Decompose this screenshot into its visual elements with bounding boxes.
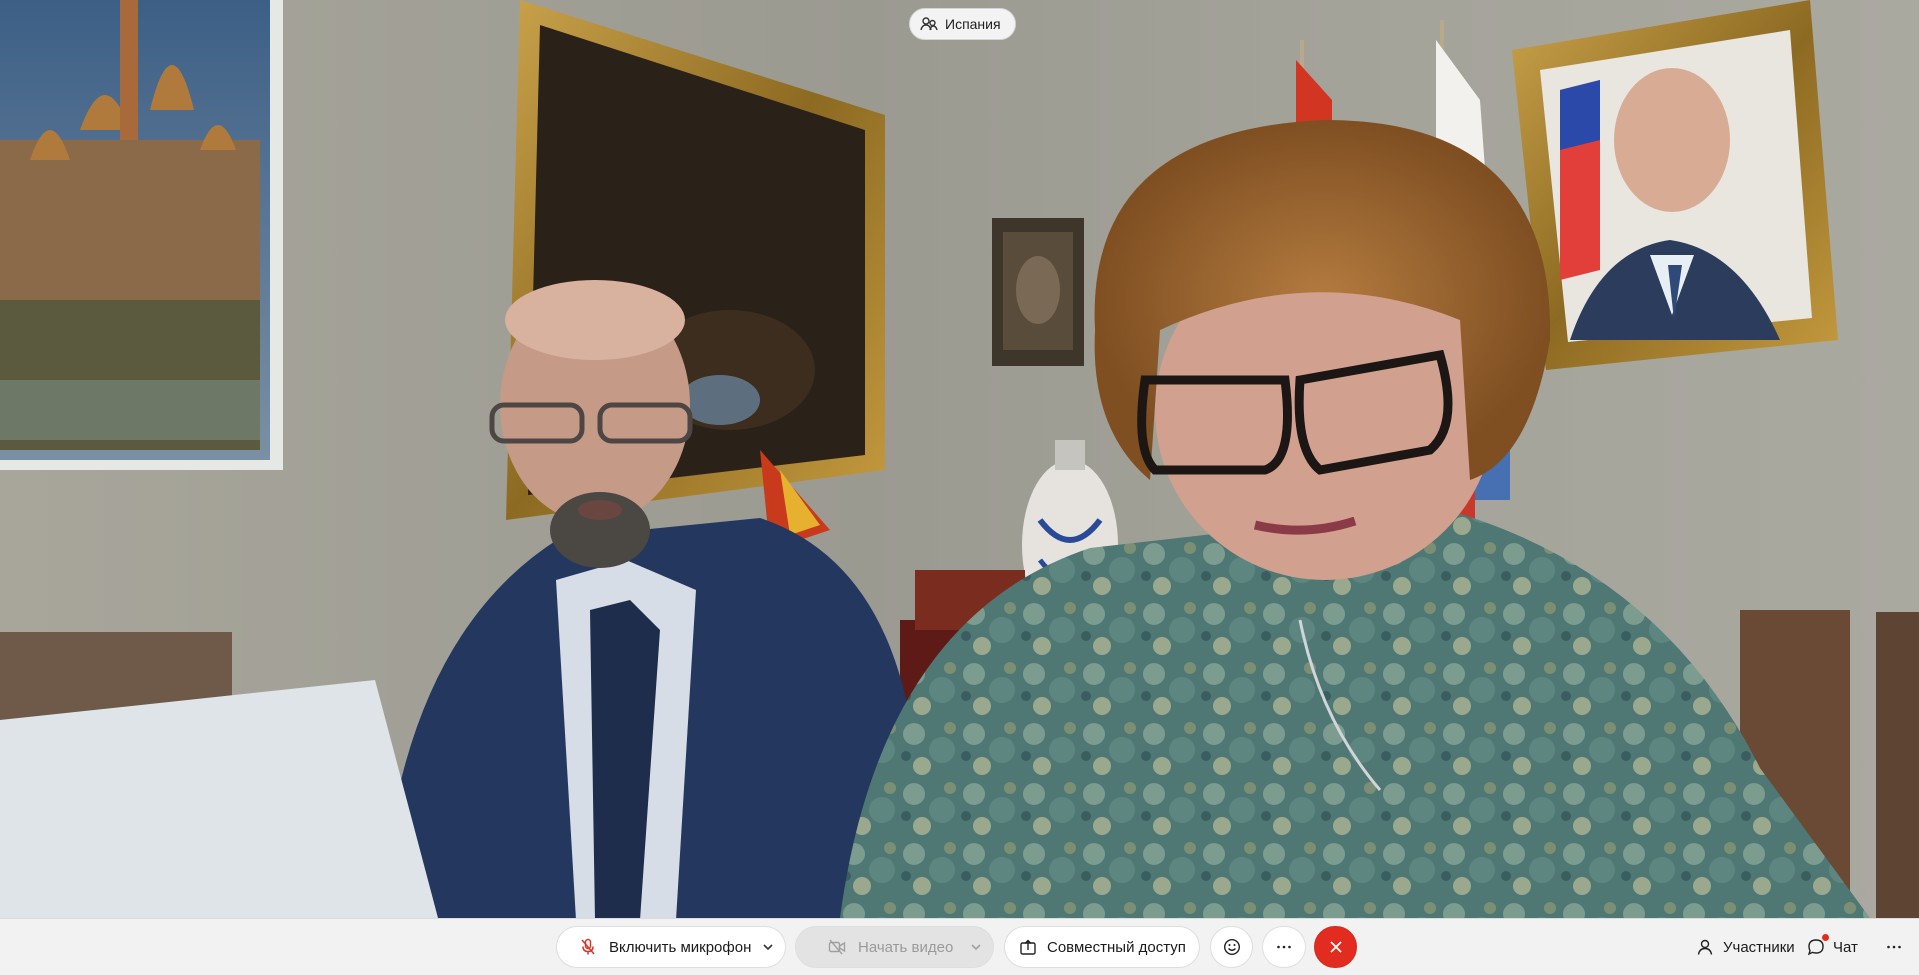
video-feed: Испания [0, 0, 1919, 918]
share-button-label: Совместный доступ [1047, 938, 1186, 956]
share-screen-button[interactable]: Совместный доступ [1004, 926, 1200, 968]
room-name-badge[interactable]: Испания [909, 8, 1016, 40]
chevron-down-icon[interactable] [761, 940, 775, 954]
portrait-frame [1512, 0, 1838, 370]
participants-button-label: Участники [1723, 938, 1795, 956]
meeting-toolbar: Включить микрофон Начать видео Совместны… [0, 918, 1919, 975]
mic-button-label: Включить микрофон [609, 938, 752, 956]
small-icon-picture [992, 218, 1084, 366]
start-video-button[interactable]: Начать видео [795, 926, 994, 968]
cathedral-poster [0, 0, 283, 470]
more-options-button[interactable] [1262, 926, 1306, 968]
smiley-icon [1223, 938, 1240, 956]
more-dots-icon [1887, 945, 1901, 949]
meeting-window: Испания Включить микрофон Начать видео С… [0, 0, 1919, 975]
overflow-menu-button[interactable] [1874, 926, 1914, 968]
unmute-microphone-button[interactable]: Включить микрофон [556, 926, 786, 968]
chat-bubble-icon [1807, 939, 1824, 956]
share-screen-icon [1020, 939, 1036, 955]
video-button-label: Начать видео [858, 938, 954, 956]
room-name-label: Испания [945, 16, 1001, 32]
microphone-muted-icon [581, 938, 595, 955]
reactions-button[interactable] [1210, 926, 1253, 968]
person-icon [1697, 939, 1713, 955]
paper-sheet [0, 680, 438, 918]
video-frame-illustration [0, 0, 1919, 918]
leave-meeting-button[interactable] [1314, 926, 1357, 968]
unread-indicator [1822, 934, 1829, 941]
chat-button-label: Чат [1833, 938, 1858, 956]
more-dots-icon [1277, 945, 1291, 949]
people-group-icon [920, 17, 938, 31]
chat-button[interactable]: Чат [1799, 926, 1873, 968]
close-icon [1329, 941, 1342, 953]
chevron-down-icon[interactable] [969, 940, 983, 954]
video-camera-off-icon [828, 939, 846, 955]
